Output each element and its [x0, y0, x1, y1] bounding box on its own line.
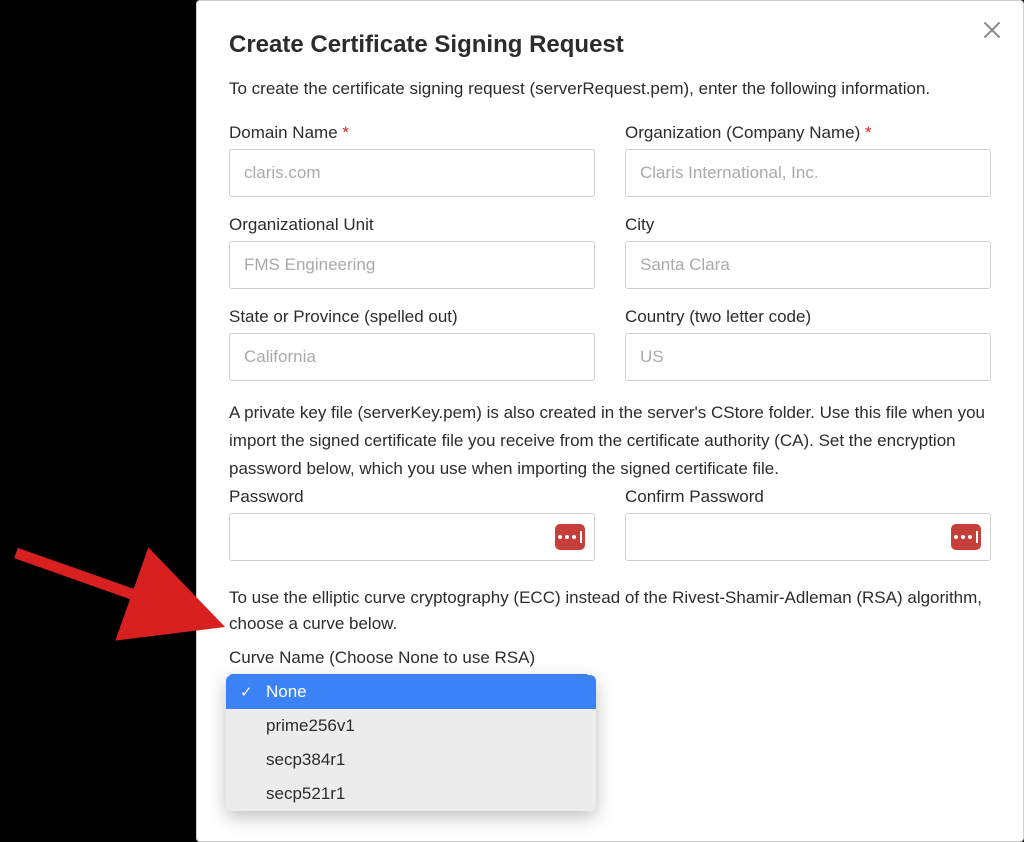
curve-option-prime256v1[interactable]: prime256v1 — [226, 709, 596, 743]
row-ou-city: Organizational Unit City — [229, 215, 991, 289]
curve-option-label: secp521r1 — [266, 784, 345, 803]
password-manager-icon[interactable] — [951, 524, 981, 550]
organization-field[interactable] — [625, 149, 991, 197]
close-icon[interactable] — [979, 17, 1005, 43]
curve-option-secp521r1[interactable]: secp521r1 — [226, 777, 596, 811]
organization-label: Organization (Company Name) * — [625, 123, 991, 143]
org-unit-field[interactable] — [229, 241, 595, 289]
curve-option-secp384r1[interactable]: secp384r1 — [226, 743, 596, 777]
org-unit-label: Organizational Unit — [229, 215, 595, 235]
password-field[interactable] — [229, 513, 595, 561]
city-field[interactable] — [625, 241, 991, 289]
curve-option-label: secp384r1 — [266, 750, 345, 769]
private-key-info: A private key file (serverKey.pem) is al… — [229, 399, 991, 483]
country-field[interactable] — [625, 333, 991, 381]
confirm-password-field[interactable] — [625, 513, 991, 561]
row-state-country: State or Province (spelled out) Country … — [229, 307, 991, 381]
dialog-title: Create Certificate Signing Request — [229, 31, 991, 59]
ecc-info-text: To use the elliptic curve cryptography (… — [229, 585, 991, 638]
curve-option-label: prime256v1 — [266, 716, 355, 735]
annotation-arrow-icon — [6, 528, 226, 648]
curve-name-label: Curve Name (Choose None to use RSA) — [229, 648, 991, 668]
required-mark: * — [865, 123, 872, 142]
state-field[interactable] — [229, 333, 595, 381]
row-password: Password Confirm Password — [229, 487, 991, 561]
required-mark: * — [342, 123, 349, 142]
password-manager-icon[interactable] — [555, 524, 585, 550]
curve-dropdown: ✓ None prime256v1 secp384r1 secp521r1 — [226, 675, 596, 811]
csr-dialog: Create Certificate Signing Request To cr… — [196, 0, 1024, 842]
city-label: City — [625, 215, 991, 235]
organization-label-text: Organization (Company Name) — [625, 123, 865, 142]
confirm-password-label: Confirm Password — [625, 487, 991, 507]
curve-option-label: None — [266, 682, 307, 701]
domain-name-label-text: Domain Name — [229, 123, 342, 142]
state-label: State or Province (spelled out) — [229, 307, 595, 327]
curve-name-select[interactable]: ✓ None prime256v1 secp384r1 secp521r1 — [229, 674, 589, 716]
intro-text: To create the certificate signing reques… — [229, 77, 991, 101]
password-label: Password — [229, 487, 595, 507]
row-domain-org: Domain Name * Organization (Company Name… — [229, 123, 991, 197]
check-icon: ✓ — [240, 683, 253, 701]
domain-name-field[interactable] — [229, 149, 595, 197]
curve-option-none[interactable]: ✓ None — [226, 675, 596, 709]
domain-name-label: Domain Name * — [229, 123, 595, 143]
country-label: Country (two letter code) — [625, 307, 991, 327]
